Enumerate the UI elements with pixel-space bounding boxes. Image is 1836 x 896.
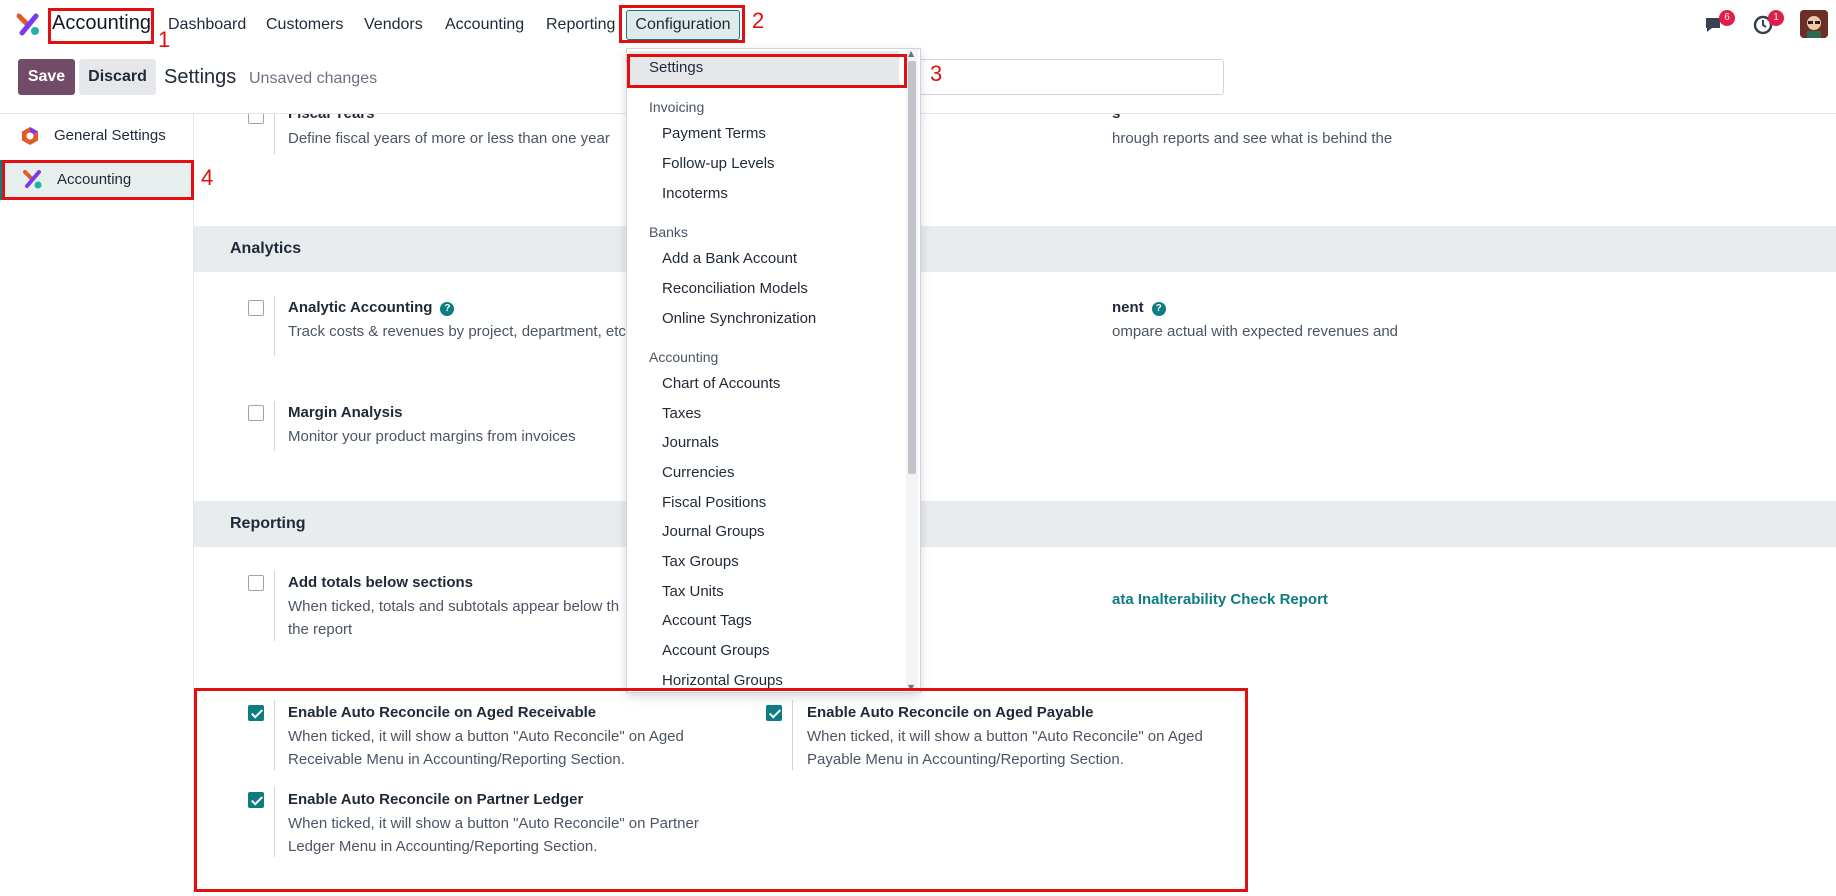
- top-navbar: Accounting Dashboard Customers Vendors A…: [0, 0, 1836, 48]
- menu-item-journal-groups[interactable]: Journal Groups: [627, 523, 907, 540]
- discard-button[interactable]: Discard: [79, 59, 156, 95]
- menu-item-horizontal-groups[interactable]: Horizontal Groups: [627, 672, 907, 689]
- divider: [274, 401, 275, 451]
- accounting-app-icon[interactable]: [16, 13, 42, 37]
- totals-title: Add totals below sections: [288, 574, 474, 591]
- menu-item-account-tags[interactable]: Account Tags: [627, 612, 907, 629]
- nav-reporting[interactable]: Reporting: [546, 16, 615, 34]
- annotation-box-auto-reconcile: [194, 688, 1248, 892]
- totals-desc: When ticked, totals and subtotals appear…: [288, 598, 620, 615]
- section-reporting: Reporting: [194, 501, 1836, 547]
- annotation-box-1: [48, 8, 154, 44]
- settings-hexagon-icon: [22, 127, 38, 145]
- sidebar-item-label: General Settings: [54, 127, 166, 144]
- menu-item-tax-groups[interactable]: Tax Groups: [627, 553, 907, 570]
- menu-item-currencies[interactable]: Currencies: [627, 464, 907, 481]
- user-avatar[interactable]: [1800, 10, 1828, 38]
- annotation-number-4: 4: [201, 165, 214, 190]
- budget-desc: ompare actual with expected revenues and: [1112, 323, 1399, 340]
- help-icon[interactable]: ?: [440, 302, 455, 316]
- sidebar-item-general-settings[interactable]: General Settings: [0, 116, 194, 156]
- margin-analysis-checkbox[interactable]: [248, 405, 264, 421]
- analytic-accounting-checkbox[interactable]: [248, 300, 264, 316]
- margin-analysis-title: Margin Analysis: [288, 404, 403, 421]
- menu-item-reconciliation-models[interactable]: Reconciliation Models: [627, 280, 907, 297]
- analytic-accounting-desc: Track costs & revenues by project, depar…: [288, 323, 626, 340]
- avatar-image-icon: [1800, 10, 1828, 38]
- section-analytics: Analytics: [194, 226, 1836, 272]
- nav-vendors[interactable]: Vendors: [364, 16, 423, 34]
- help-icon[interactable]: ?: [1151, 302, 1166, 316]
- annotation-number-2: 2: [752, 8, 765, 33]
- menu-item-tax-units[interactable]: Tax Units: [627, 583, 907, 600]
- menu-group-accounting: Accounting: [649, 349, 719, 365]
- menu-item-taxes[interactable]: Taxes: [627, 405, 907, 422]
- divider: [274, 114, 275, 154]
- messages-button[interactable]: 6: [1703, 10, 1735, 36]
- menu-item-fiscal-positions[interactable]: Fiscal Positions: [627, 494, 907, 511]
- menu-item-add-bank-account[interactable]: Add a Bank Account: [627, 250, 907, 267]
- right-setting-title: s: [1112, 114, 1120, 122]
- nav-dashboard[interactable]: Dashboard: [168, 16, 246, 34]
- dropdown-scrollbar[interactable]: ▲ ▼: [906, 49, 918, 692]
- nav-accounting[interactable]: Accounting: [445, 16, 524, 34]
- menu-group-invoicing: Invoicing: [649, 99, 705, 115]
- menu-item-incoterms[interactable]: Incoterms: [627, 185, 907, 202]
- divider: [274, 571, 275, 641]
- menu-item-online-synchronization[interactable]: Online Synchronization: [627, 310, 907, 327]
- annotation-number-3: 3: [930, 61, 943, 86]
- fiscal-years-checkbox[interactable]: [248, 114, 264, 124]
- configuration-dropdown: Settings Invoicing Payment Terms Follow-…: [626, 48, 921, 693]
- settings-sidebar: General Settings Accounting: [0, 114, 194, 896]
- fiscal-years-desc: Define fiscal years of more or less than…: [288, 130, 610, 147]
- activities-button[interactable]: 1: [1752, 10, 1784, 36]
- totals-checkbox[interactable]: [248, 575, 264, 591]
- menu-item-journals[interactable]: Journals: [627, 434, 907, 451]
- annotation-number-1: 1: [158, 27, 171, 52]
- divider: [274, 296, 275, 356]
- analytic-accounting-label: Analytic Accounting: [288, 299, 433, 316]
- totals-desc-2: the report: [288, 621, 353, 638]
- budget-title: nent?: [1112, 299, 1166, 316]
- budget-label: nent: [1112, 299, 1144, 316]
- messages-badge: 6: [1719, 10, 1735, 26]
- inalterability-report-link[interactable]: ata Inalterability Check Report: [1112, 591, 1328, 608]
- annotation-box-3: [627, 54, 907, 88]
- analytic-accounting-title: Analytic Accounting?: [288, 299, 455, 316]
- scroll-up-arrow-icon[interactable]: ▲: [908, 49, 914, 58]
- annotation-box-2: [619, 5, 745, 43]
- margin-analysis-desc: Monitor your product margins from invoic…: [288, 428, 576, 445]
- page-title: Settings: [164, 66, 237, 88]
- scrollbar-thumb[interactable]: [908, 61, 916, 474]
- unsaved-status: Unsaved changes: [249, 70, 378, 87]
- menu-item-payment-terms[interactable]: Payment Terms: [627, 125, 907, 142]
- right-setting-desc: hrough reports and see what is behind th…: [1112, 130, 1393, 147]
- annotation-box-4: [2, 160, 194, 200]
- activity-badge: 1: [1768, 10, 1784, 26]
- menu-item-chart-of-accounts[interactable]: Chart of Accounts: [627, 375, 907, 392]
- nav-customers[interactable]: Customers: [266, 16, 343, 34]
- menu-group-banks: Banks: [649, 224, 688, 240]
- menu-item-follow-up-levels[interactable]: Follow-up Levels: [627, 155, 907, 172]
- menu-item-account-groups[interactable]: Account Groups: [627, 642, 907, 659]
- fiscal-years-title: Fiscal Years: [288, 114, 374, 122]
- save-button[interactable]: Save: [18, 59, 75, 95]
